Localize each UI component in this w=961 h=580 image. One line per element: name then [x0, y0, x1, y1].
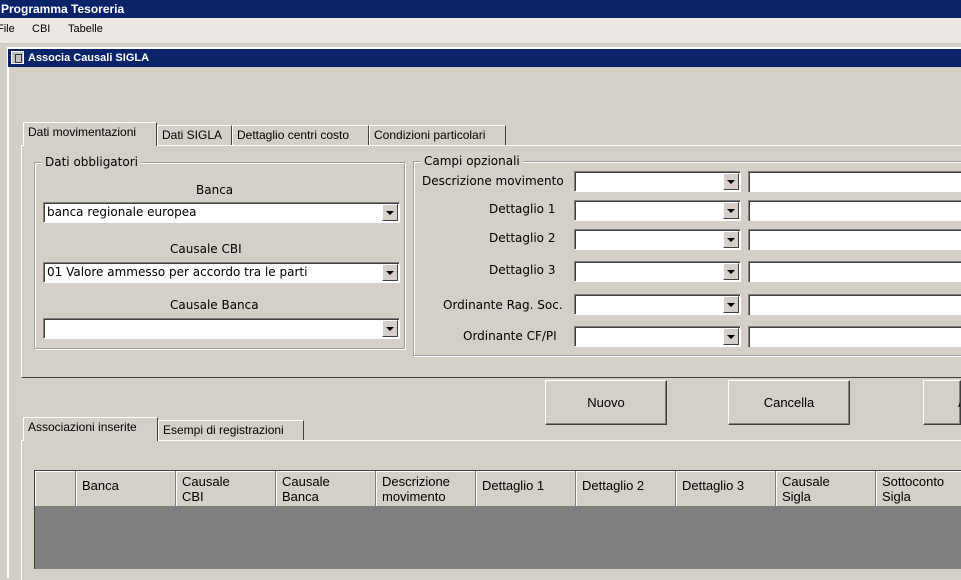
causale-banca-label: Causale Banca	[170, 298, 259, 312]
tab-label: Associazioni inserite	[28, 420, 137, 434]
tab-dettaglio-centri-costo[interactable]: Dettaglio centri costo	[232, 125, 369, 146]
dettaglio-2-label: Dettaglio 2	[489, 231, 556, 245]
tab-label: Condizioni particolari	[374, 128, 486, 142]
associations-grid[interactable]: Banca Causale CBI Causale Banca Descrizi…	[34, 470, 961, 569]
chevron-down-icon[interactable]	[723, 263, 739, 280]
chevron-down-icon[interactable]	[723, 231, 739, 248]
descrizione-movimento-input[interactable]	[748, 171, 961, 192]
chevron-down-icon[interactable]	[382, 264, 398, 281]
descrizione-movimento-combo[interactable]	[574, 171, 741, 192]
dettaglio-3-combo[interactable]	[574, 261, 741, 282]
tab-esempi-di-registrazioni[interactable]: Esempi di registrazioni	[158, 420, 304, 441]
ordinante-cf-pi-label: Ordinante CF/PI	[463, 329, 557, 343]
child-window-title-bar: Associa Causali SIGLA	[8, 49, 961, 67]
ordinante-rag-soc-combo[interactable]	[574, 294, 741, 315]
chevron-down-icon[interactable]	[723, 296, 739, 313]
app-title-bar: Programma Tesoreria	[0, 0, 961, 18]
dettaglio-2-combo[interactable]	[574, 229, 741, 250]
tab-dati-sigla[interactable]: Dati SIGLA	[157, 125, 232, 146]
ordinante-rag-soc-input[interactable]	[748, 294, 961, 315]
grid-header-causale-cbi[interactable]: Causale CBI	[176, 471, 276, 507]
causale-cbi-value: 01 Valore ammesso per accordo tra le par…	[47, 265, 308, 279]
dettaglio-1-label: Dettaglio 1	[489, 202, 556, 216]
dettaglio-3-input[interactable]	[748, 261, 961, 282]
child-window-title: Associa Causali SIGLA	[28, 52, 150, 64]
dettaglio-1-combo[interactable]	[574, 200, 741, 221]
third-action-button[interactable]: A	[923, 380, 961, 425]
banca-value: banca regionale europea	[47, 205, 197, 219]
chevron-down-icon[interactable]	[723, 173, 739, 190]
chevron-down-icon[interactable]	[723, 202, 739, 219]
descrizione-movimento-label: Descrizione movimento	[422, 174, 564, 188]
tab-associazioni-inserite[interactable]: Associazioni inserite	[23, 417, 158, 441]
grid-header-dettaglio-3[interactable]: Dettaglio 3	[676, 471, 776, 507]
group-title-dati-obbligatori: Dati obbligatori	[42, 155, 141, 169]
chevron-down-icon[interactable]	[382, 204, 398, 221]
ordinante-rag-soc-label: Ordinante Rag. Soc.	[443, 298, 563, 312]
menu-file[interactable]: File	[0, 23, 15, 35]
tab-condizioni-particolari[interactable]: Condizioni particolari	[369, 125, 506, 146]
grid-header-causale-banca[interactable]: Causale Banca	[276, 471, 376, 507]
tab-label: Esempi di registrazioni	[163, 423, 284, 437]
dettaglio-2-input[interactable]	[748, 229, 961, 250]
window-icon[interactable]	[11, 51, 24, 64]
grid-header-dettaglio-2[interactable]: Dettaglio 2	[576, 471, 676, 507]
causale-cbi-label: Causale CBI	[170, 242, 242, 256]
cancella-button[interactable]: Cancella	[728, 380, 850, 425]
group-title-campi-opzionali: Campi opzionali	[421, 154, 523, 168]
ordinante-cf-pi-combo[interactable]	[574, 326, 741, 347]
grid-header-sottoconto-sigla[interactable]: Sottoconto Sigla	[876, 471, 961, 507]
causale-cbi-combo[interactable]: 01 Valore ammesso per accordo tra le par…	[43, 262, 400, 283]
grid-header-descrizione-movimento[interactable]: Descrizione movimento	[376, 471, 476, 507]
dettaglio-3-label: Dettaglio 3	[489, 263, 556, 277]
tab-label: Dettaglio centri costo	[237, 128, 350, 142]
ordinante-cf-pi-input[interactable]	[748, 326, 961, 347]
grid-header-banca[interactable]: Banca	[76, 471, 176, 507]
chevron-down-icon[interactable]	[723, 328, 739, 345]
menu-bar: File CBI Tabelle	[0, 18, 961, 44]
app-title: Programma Tesoreria	[1, 2, 125, 16]
dettaglio-1-input[interactable]	[748, 200, 961, 221]
tab-dati-movimentazioni[interactable]: Dati movimentazioni	[23, 122, 157, 146]
tab-label: Dati SIGLA	[162, 128, 223, 142]
nuovo-button[interactable]: Nuovo	[545, 380, 667, 425]
grid-header-dettaglio-1[interactable]: Dettaglio 1	[476, 471, 576, 507]
tab-label: Dati movimentazioni	[28, 125, 137, 139]
grid-row-header-corner	[35, 471, 76, 507]
grid-header-causale-sigla[interactable]: Causale Sigla	[776, 471, 876, 507]
causale-banca-combo[interactable]	[43, 318, 400, 339]
menu-cbi[interactable]: CBI	[32, 23, 50, 35]
menu-tabelle[interactable]: Tabelle	[68, 23, 103, 35]
chevron-down-icon[interactable]	[382, 320, 398, 337]
banca-label: Banca	[196, 183, 234, 197]
banca-combo[interactable]: banca regionale europea	[43, 202, 400, 223]
